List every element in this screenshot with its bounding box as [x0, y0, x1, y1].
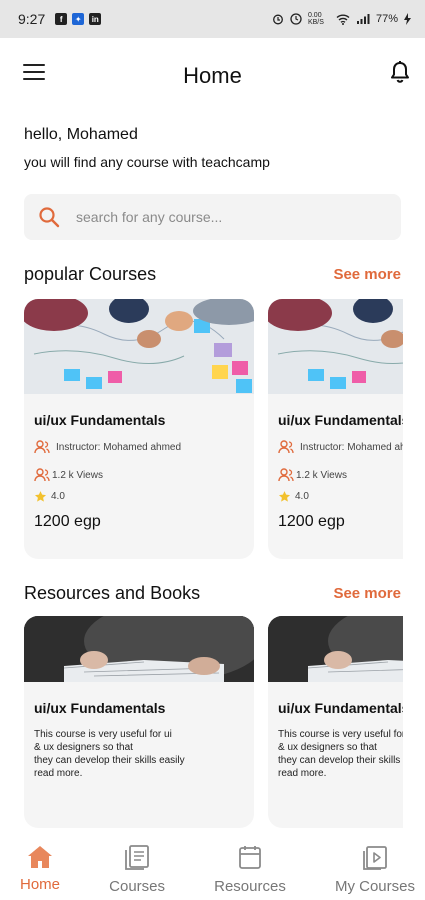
resource-description: This course is very useful for ui & ux d…	[278, 729, 403, 779]
home-icon	[28, 846, 52, 868]
resource-title: ui/ux Fundamentals	[34, 700, 166, 716]
views-icon	[278, 468, 294, 482]
resource-thumbnail	[24, 616, 254, 682]
nav-label: Resources	[214, 878, 286, 895]
signal-icon	[356, 14, 370, 24]
nav-item-resources[interactable]: Resources	[214, 838, 286, 900]
alarm-icon	[273, 14, 283, 25]
course-rating: 4.0	[34, 490, 244, 503]
resource-image	[268, 616, 403, 682]
rating-value: 4.0	[295, 491, 309, 502]
rating-value: 4.0	[51, 491, 65, 502]
course-views: 1.2 k Views	[278, 468, 403, 482]
course-instructor: Instructor: Mohamed ahmed	[34, 440, 244, 454]
bell-icon	[391, 61, 409, 83]
resource-image	[24, 616, 254, 682]
course-card[interactable]: ui/ux Fundamentals Instructor: Mohamed a…	[24, 299, 254, 559]
menu-icon-line	[23, 71, 45, 73]
course-price: 1200 egp	[278, 513, 345, 530]
app-bar: Home	[0, 38, 425, 110]
see-more-link[interactable]: See more	[333, 585, 401, 602]
wifi-icon	[336, 14, 350, 25]
clock-icon	[290, 13, 302, 25]
nav-item-my-courses[interactable]: My Courses	[335, 838, 415, 900]
battery-percent: 77%	[375, 13, 398, 25]
nav-label: Courses	[109, 878, 165, 895]
resource-description: This course is very useful for ui & ux d…	[34, 729, 185, 779]
search-bar[interactable]	[24, 194, 401, 240]
resources-list: ui/ux Fundamentals This course is very u…	[0, 616, 403, 828]
instructor-name: Instructor: Mohamed ahmed	[56, 441, 182, 453]
course-views: 1.2 k Views	[34, 468, 244, 482]
resource-card[interactable]: ui/ux Fundamentals This course is very u…	[24, 616, 254, 828]
course-instructor: Instructor: Mohamed ahmed	[278, 440, 403, 454]
course-image	[268, 299, 403, 394]
menu-icon-line	[23, 78, 45, 80]
popular-courses-list: ui/ux Fundamentals Instructor: Mohamed a…	[0, 299, 403, 559]
views-count: 1.2 k Views	[296, 469, 347, 481]
course-price: 1200 egp	[34, 513, 101, 530]
linkedin-icon: in	[89, 13, 102, 25]
status-time: 9:27	[18, 11, 46, 27]
course-image	[24, 299, 254, 394]
bottom-navigation: Home Courses Resources My Courses	[0, 838, 425, 900]
course-title: ui/ux Fundamentals	[34, 412, 166, 428]
views-icon	[34, 468, 50, 482]
greeting: hello, Mohamed you will find any course …	[0, 126, 425, 170]
status-bar: 9:27 f ✦ in 0.00 KB/S 77%	[0, 0, 425, 38]
instructor-name: Instructor: Mohamed ahmed	[300, 441, 403, 453]
course-card[interactable]: ui/ux Fundamentals Instructor: Mohamed a…	[268, 299, 403, 559]
courses-icon	[125, 845, 149, 870]
menu-button[interactable]	[23, 64, 45, 80]
menu-icon-line	[23, 64, 45, 66]
nav-label: My Courses	[334, 878, 415, 895]
greeting-subtitle: you will find any course with teachcamp	[24, 154, 270, 170]
messenger-icon: ✦	[72, 13, 85, 25]
course-title: ui/ux Fundamentals	[278, 412, 403, 428]
instructor-icon	[278, 440, 294, 454]
resource-title: ui/ux Fundamentals	[278, 700, 403, 716]
section-title: Resources and Books	[24, 583, 201, 603]
star-icon	[34, 491, 47, 502]
resource-card[interactable]: ui/ux Fundamentals This course is very u…	[268, 616, 403, 828]
resources-icon	[239, 846, 261, 869]
search-input[interactable]	[76, 209, 356, 225]
facebook-icon: f	[55, 13, 68, 25]
resource-thumbnail	[268, 616, 403, 682]
notifications-button[interactable]	[389, 60, 413, 86]
my-courses-icon	[363, 846, 387, 870]
nav-label: Home	[20, 876, 61, 893]
resources-header: Resources and Books See more	[0, 583, 425, 604]
nav-item-courses[interactable]: Courses	[109, 838, 165, 900]
charging-icon	[404, 13, 411, 25]
notification-icons: f ✦ in	[55, 13, 102, 25]
search-icon	[39, 207, 60, 228]
course-rating: 4.0	[278, 490, 403, 503]
course-thumbnail	[24, 299, 254, 394]
nav-item-home[interactable]: Home	[20, 838, 60, 900]
greeting-hello: hello, Mohamed	[24, 126, 138, 143]
star-icon	[278, 491, 291, 502]
see-more-link[interactable]: See more	[333, 266, 401, 283]
section-title: popular Courses	[24, 264, 157, 284]
page-title: Home	[183, 63, 242, 88]
system-icons: 0.00 KB/S 77%	[272, 12, 411, 26]
course-thumbnail	[268, 299, 403, 394]
data-speed: 0.00 KB/S	[307, 12, 324, 26]
views-count: 1.2 k Views	[52, 469, 103, 481]
instructor-icon	[34, 440, 50, 454]
popular-courses-header: popular Courses See more	[0, 264, 425, 285]
